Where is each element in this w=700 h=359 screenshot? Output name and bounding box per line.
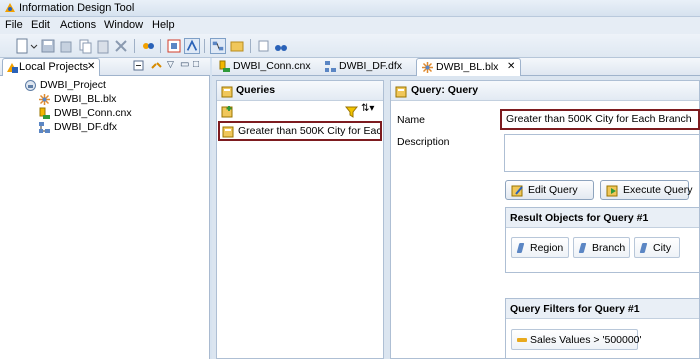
description-field[interactable]	[504, 134, 700, 172]
folder-icon[interactable]	[229, 38, 245, 54]
menu-help[interactable]: Help	[152, 19, 175, 31]
result-object-region[interactable]: Region	[511, 237, 569, 258]
dimension-icon	[516, 243, 525, 253]
sort-icon[interactable]: ⇅▾	[361, 103, 374, 114]
query-filters-group: Query Filters for Query #1 Sales Values …	[505, 298, 700, 359]
queries-title: Queries	[236, 84, 276, 96]
tab-local-projects[interactable]: Local Projects ✕	[2, 58, 100, 76]
save-all-icon[interactable]	[58, 38, 74, 54]
execute-query-icon	[606, 185, 618, 197]
filter-object-icon	[517, 338, 527, 342]
menu-bar: File Edit Actions Window Help	[0, 17, 700, 34]
app-icon	[5, 3, 15, 12]
query-icon	[395, 86, 407, 98]
query-icon	[222, 126, 234, 138]
result-object-label: Region	[530, 242, 564, 254]
result-objects-group: Result Objects for Query #1 Region Branc…	[505, 207, 700, 273]
query-filter-item[interactable]: Sales Values > '500000'	[511, 329, 642, 350]
link-editor-icon[interactable]	[150, 59, 163, 72]
connection-icon	[219, 60, 230, 72]
tab-label: DWBI_DF.dfx	[339, 60, 403, 72]
menu-edit[interactable]: Edit	[31, 19, 50, 31]
description-label: Description	[397, 136, 450, 148]
queries-header: Queries	[217, 81, 383, 101]
project-tree: DWBI_Project DWBI_BL.blx DWBI_Conn.cnx D…	[0, 76, 210, 359]
data-foundation-icon	[39, 122, 50, 133]
menu-actions[interactable]: Actions	[60, 19, 96, 31]
query-detail-title: Query: Query	[411, 84, 479, 96]
menu-file[interactable]: File	[5, 19, 23, 31]
toolbar	[0, 34, 700, 58]
execute-query-label: Execute Query	[623, 184, 693, 196]
dimension-icon	[578, 243, 587, 253]
menu-window[interactable]: Window	[104, 19, 143, 31]
paste-icon[interactable]	[95, 38, 111, 54]
minimize-icon[interactable]: ▭	[180, 59, 189, 70]
result-object-city[interactable]: City	[634, 237, 680, 258]
query-filters-title: Query Filters for Query #1	[510, 303, 640, 315]
result-object-label: Branch	[592, 242, 626, 254]
title-bar: Information Design Tool	[0, 0, 700, 17]
tree-label: DWBI_Project	[40, 79, 106, 91]
left-panel-tabbar: Local Projects ✕ ▽ ▭ □	[0, 58, 210, 76]
local-projects-icon	[7, 63, 18, 73]
new-icon[interactable]	[14, 38, 30, 54]
binoculars-icon[interactable]	[273, 38, 289, 54]
name-label: Name	[397, 114, 426, 126]
connect-icon[interactable]	[140, 38, 156, 54]
delete-icon[interactable]	[113, 38, 129, 54]
query-list-label: Greater than 500K City for Each Branch	[238, 125, 380, 137]
execute-query-button[interactable]: Execute Query	[600, 180, 693, 200]
business-layer-icon	[39, 94, 50, 105]
data-foundation-icon[interactable]	[210, 38, 226, 54]
dimension-icon	[639, 243, 648, 253]
tab-dwbi-df[interactable]: DWBI_DF.dfx	[320, 58, 416, 76]
query-icon[interactable]	[256, 38, 272, 54]
check-integrity-icon[interactable]	[166, 38, 182, 54]
close-icon[interactable]: ✕	[87, 61, 95, 72]
business-layer-icon	[422, 62, 433, 73]
tree-label: DWBI_BL.blx	[54, 93, 117, 105]
edit-query-button[interactable]: Edit Query	[505, 180, 594, 200]
collapse-all-icon[interactable]	[132, 59, 145, 72]
name-field[interactable]: Greater than 500K City for Each Branch	[500, 109, 700, 130]
edit-query-icon	[511, 185, 523, 197]
tree-label: DWBI_DF.dfx	[54, 121, 118, 133]
result-objects-header: Result Objects for Query #1	[506, 208, 699, 228]
filter-icon[interactable]	[345, 105, 358, 118]
editor-tabbar: DWBI_Conn.cnx DWBI_DF.dfx DWBI_BL.blx ✕	[212, 58, 700, 76]
save-icon[interactable]	[40, 38, 56, 54]
project-icon	[25, 80, 36, 91]
query-icon	[221, 86, 233, 98]
maximize-icon[interactable]: □	[193, 59, 199, 70]
chevron-down-icon[interactable]	[30, 38, 38, 54]
business-layer-icon[interactable]	[184, 38, 200, 54]
tab-label: DWBI_Conn.cnx	[233, 60, 311, 72]
edit-query-label: Edit Query	[528, 184, 578, 196]
result-objects-title: Result Objects for Query #1	[510, 212, 649, 224]
copy-icon[interactable]	[77, 38, 93, 54]
query-filters-header: Query Filters for Query #1	[506, 299, 699, 319]
data-foundation-icon	[325, 61, 336, 72]
close-icon[interactable]: ✕	[507, 61, 515, 72]
query-detail-header: Query: Query	[391, 81, 699, 101]
tree-label: DWBI_Conn.cnx	[54, 107, 132, 119]
connection-icon	[39, 107, 50, 119]
window-title: Information Design Tool	[19, 2, 135, 14]
view-menu-icon[interactable]: ▽	[167, 59, 174, 70]
tab-dwbi-conn[interactable]: DWBI_Conn.cnx	[214, 58, 314, 76]
query-filter-label: Sales Values > '500000'	[530, 334, 642, 346]
result-object-branch[interactable]: Branch	[573, 237, 630, 258]
tab-label: Local Projects	[19, 61, 89, 73]
tab-dwbi-bl[interactable]: DWBI_BL.blx ✕	[416, 58, 521, 76]
tab-label: DWBI_BL.blx	[436, 61, 499, 73]
add-query-icon[interactable]	[221, 105, 234, 118]
result-object-label: City	[653, 242, 672, 254]
query-list-item[interactable]: Greater than 500K City for Each Branch	[218, 121, 382, 141]
